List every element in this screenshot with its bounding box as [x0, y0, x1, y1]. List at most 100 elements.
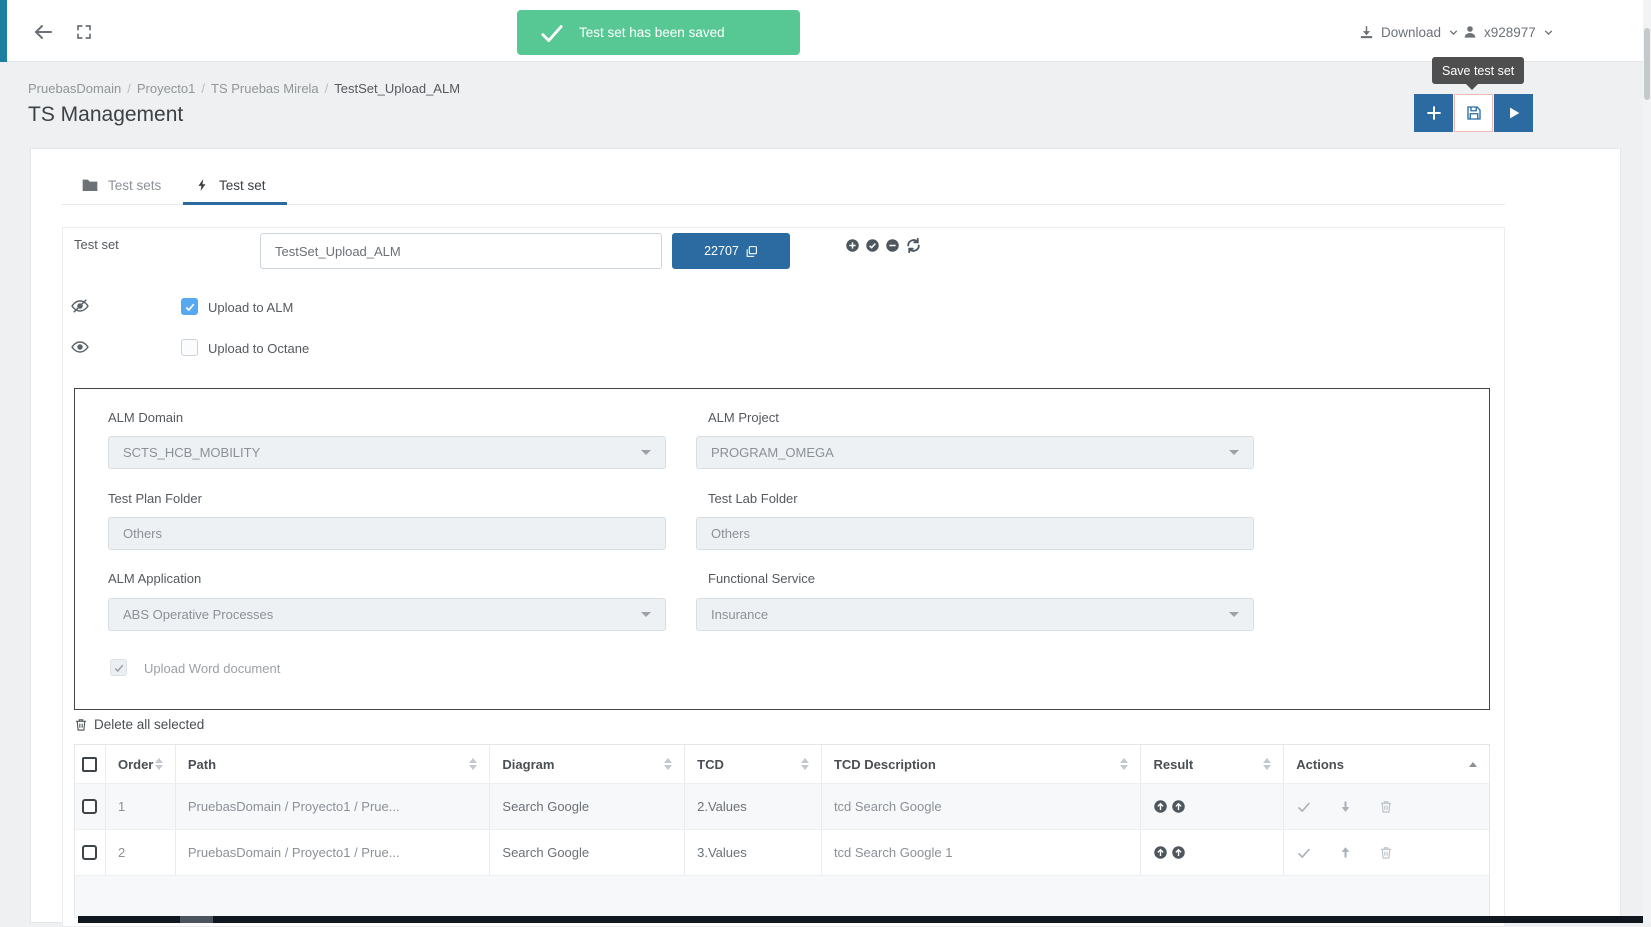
- bolt-icon: [196, 177, 209, 193]
- tcd-description-cell: tcd Search Google: [822, 784, 1142, 829]
- refresh-icon[interactable]: [905, 237, 922, 254]
- table-row-partial: [75, 875, 1489, 917]
- row-select-cell: [75, 784, 106, 829]
- caret-down-icon: [1229, 612, 1239, 617]
- tab-test-sets[interactable]: Test sets: [82, 166, 161, 204]
- functional-service-select[interactable]: Insurance: [696, 598, 1254, 631]
- download-menu[interactable]: Download: [1358, 21, 1460, 43]
- check-circle-icon[interactable]: [865, 238, 880, 253]
- upload-status-icon[interactable]: [1171, 799, 1186, 814]
- path-cell: PruebasDomain / Proyecto1 / Prue...: [176, 784, 491, 829]
- toolbar: [1414, 94, 1533, 132]
- header-label: TCD Description: [834, 757, 936, 772]
- result-cell: [1141, 784, 1284, 829]
- test-set-quick-actions: [845, 237, 922, 254]
- horizontal-scrollbar[interactable]: [78, 916, 1651, 923]
- alm-application-select[interactable]: ABS Operative Processes: [108, 598, 666, 631]
- row-checkbox[interactable]: [82, 845, 97, 860]
- upload-word-checkbox[interactable]: [110, 659, 127, 676]
- check-action-icon[interactable]: [1296, 800, 1312, 814]
- plus-circle-icon[interactable]: [845, 238, 860, 253]
- sort-icon[interactable]: [1120, 758, 1128, 770]
- breadcrumb-item[interactable]: PruebasDomain: [28, 81, 121, 96]
- breadcrumb-separator: /: [127, 81, 131, 96]
- vertical-scrollbar[interactable]: [1643, 0, 1651, 923]
- sort-icon[interactable]: [801, 758, 809, 770]
- eye-icon[interactable]: [70, 337, 90, 357]
- upload-alm-checkbox[interactable]: [181, 298, 198, 315]
- caret-down-icon: [1229, 450, 1239, 455]
- minus-circle-icon[interactable]: [885, 238, 900, 253]
- delete-all-selected-button[interactable]: Delete all selected: [74, 717, 204, 732]
- toast-message: Test set has been saved: [579, 25, 725, 40]
- check-icon: [113, 662, 125, 674]
- add-test-set-button[interactable]: [1414, 94, 1453, 132]
- header-label: Result: [1153, 757, 1193, 772]
- header-label: Diagram: [502, 757, 554, 772]
- fullscreen-icon: [75, 23, 93, 41]
- move-down-icon[interactable]: [1338, 799, 1353, 814]
- table-header-diagram[interactable]: Diagram: [490, 745, 685, 783]
- test-set-id-button[interactable]: 22707: [672, 233, 790, 269]
- breadcrumb: PruebasDomain/Proyecto1/TS Pruebas Mirel…: [28, 81, 460, 96]
- table-header-actions[interactable]: Actions: [1284, 745, 1489, 783]
- tcd-table: Order Path Diagram TCD TCD Description R…: [74, 744, 1490, 918]
- table-header-order[interactable]: Order: [106, 745, 176, 783]
- upload-octane-checkbox[interactable]: [181, 339, 198, 356]
- table-header-tcd[interactable]: TCD: [685, 745, 822, 783]
- table-header-select-all[interactable]: [75, 745, 106, 783]
- user-menu[interactable]: x928977: [1462, 21, 1555, 43]
- fullscreen-button[interactable]: [74, 22, 94, 42]
- alm-domain-select[interactable]: SCTS_HCB_MOBILITY: [108, 436, 666, 469]
- chevron-down-icon: [1447, 26, 1460, 39]
- breadcrumb-item[interactable]: TS Pruebas Mirela: [211, 81, 319, 96]
- top-bar: Download x928977: [0, 0, 1651, 62]
- sort-icon[interactable]: [155, 758, 163, 770]
- sort-icon[interactable]: [469, 758, 477, 770]
- sort-icon[interactable]: [1263, 758, 1271, 770]
- test-set-name-input[interactable]: [260, 233, 662, 269]
- alm-project-label: ALM Project: [708, 410, 779, 425]
- run-test-set-button[interactable]: [1494, 94, 1533, 132]
- check-action-icon[interactable]: [1296, 846, 1312, 860]
- upload-octane-label: Upload to Octane: [208, 341, 309, 356]
- copy-icon: [745, 245, 758, 258]
- alm-project-select[interactable]: PROGRAM_OMEGA: [696, 436, 1254, 469]
- upload-status-icon[interactable]: [1171, 845, 1186, 860]
- header-label: Path: [188, 757, 216, 772]
- alm-application-value: ABS Operative Processes: [123, 607, 273, 622]
- tcd-description-cell: tcd Search Google 1: [822, 830, 1142, 875]
- table-header-path[interactable]: Path: [176, 745, 491, 783]
- test-lab-folder-input[interactable]: Others: [696, 517, 1254, 550]
- test-lab-folder-label: Test Lab Folder: [708, 491, 798, 506]
- alm-application-label: ALM Application: [108, 571, 201, 586]
- functional-service-value: Insurance: [711, 607, 768, 622]
- breadcrumb-item[interactable]: Proyecto1: [137, 81, 196, 96]
- trash-icon[interactable]: [1379, 799, 1393, 814]
- tab-test-set[interactable]: Test set: [196, 166, 266, 204]
- sort-icon[interactable]: [664, 758, 672, 770]
- select-all-checkbox[interactable]: [82, 757, 97, 772]
- user-icon: [1462, 24, 1478, 40]
- arrow-left-icon: [31, 20, 55, 44]
- move-up-icon[interactable]: [1338, 845, 1353, 860]
- chevron-down-icon: [1542, 26, 1555, 39]
- horizontal-scrollbar-thumb[interactable]: [180, 916, 213, 923]
- sort-ascending-icon[interactable]: [1469, 762, 1477, 767]
- path-cell: PruebasDomain / Proyecto1 / Prue...: [176, 830, 491, 875]
- upload-alm-label: Upload to ALM: [208, 300, 293, 315]
- test-plan-folder-input[interactable]: Others: [108, 517, 666, 550]
- save-test-set-button[interactable]: [1454, 94, 1493, 132]
- vertical-scrollbar-thumb[interactable]: [1644, 28, 1650, 100]
- trash-icon[interactable]: [1379, 845, 1393, 860]
- alm-domain-label: ALM Domain: [108, 410, 183, 425]
- back-button[interactable]: [30, 19, 56, 45]
- upload-status-icon[interactable]: [1153, 845, 1168, 860]
- table-header-result[interactable]: Result: [1141, 745, 1284, 783]
- row-checkbox[interactable]: [82, 799, 97, 814]
- table-header-row: Order Path Diagram TCD TCD Description R…: [75, 745, 1489, 783]
- order-cell: 1: [106, 784, 176, 829]
- upload-status-icon[interactable]: [1153, 799, 1168, 814]
- eye-slash-icon[interactable]: [70, 296, 90, 316]
- table-header-tcd-description[interactable]: TCD Description: [822, 745, 1142, 783]
